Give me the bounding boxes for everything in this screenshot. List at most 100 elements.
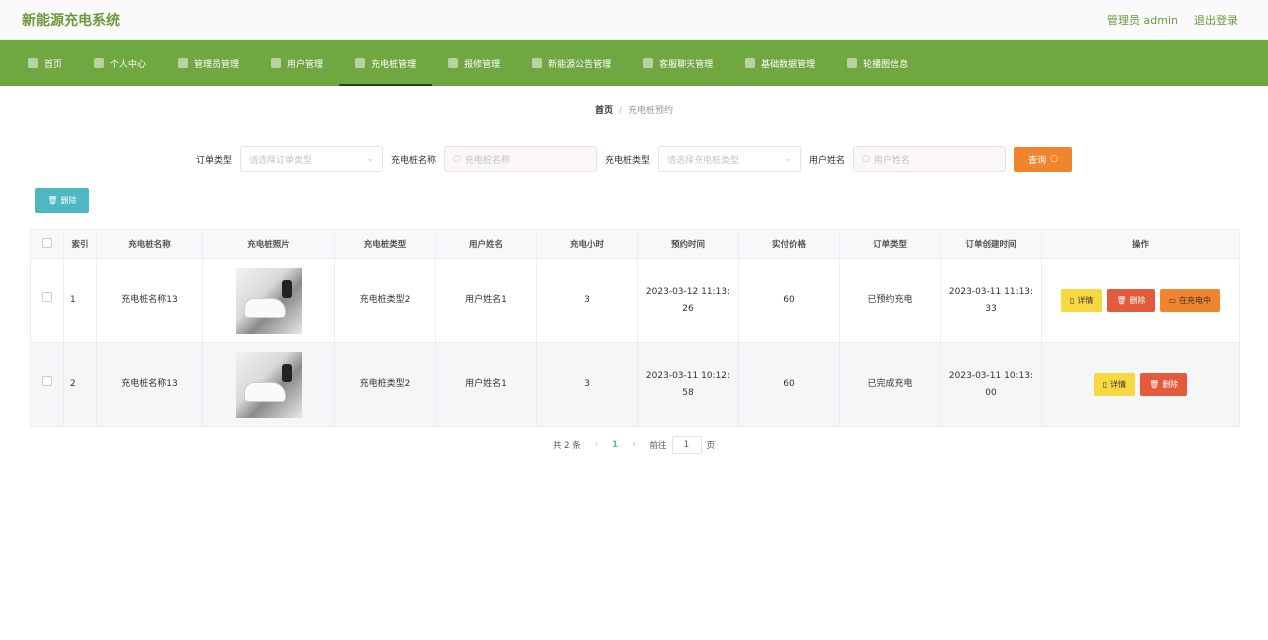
- column-header: 预约时间: [637, 229, 739, 259]
- pile-type-cell: 充电桩类型2: [334, 342, 436, 427]
- nav-item-notices[interactable]: 新能源公告管理: [516, 40, 627, 86]
- detail-button[interactable]: ▯ 详情: [1060, 289, 1103, 312]
- row-checkbox[interactable]: [42, 376, 52, 386]
- table-header-row: 索引 充电桩名称 充电桩照片 充电桩类型 用户姓名 充电小时 预约时间 实付价格…: [30, 229, 1240, 259]
- logout-link[interactable]: 退出登录: [1194, 12, 1238, 28]
- pile-name-cell: 充电桩名称13: [96, 342, 203, 427]
- row-select-cell[interactable]: [30, 342, 64, 427]
- column-header: 索引: [63, 229, 97, 259]
- search-icon: ○: [1050, 154, 1058, 164]
- nav-item-chargers[interactable]: 充电桩管理: [339, 40, 433, 86]
- nav-label: 轮播图信息: [863, 59, 909, 70]
- page-number[interactable]: 1: [612, 440, 618, 450]
- trash-icon: 🗑: [1149, 380, 1160, 389]
- user-name-input[interactable]: ○ 用户姓名: [853, 146, 1007, 172]
- order-type-cell: 已完成充电: [839, 342, 941, 427]
- query-button[interactable]: 查询 ○: [1014, 146, 1073, 172]
- pile-photo[interactable]: [235, 351, 302, 418]
- image-icon: [847, 58, 858, 68]
- breadcrumb: 首页 / 充电桩预约: [0, 86, 1268, 130]
- row-select-cell[interactable]: [30, 258, 64, 343]
- nav-item-carousel[interactable]: 轮播图信息: [831, 40, 924, 86]
- pile-photo[interactable]: [235, 267, 302, 334]
- nav-label: 报修管理: [464, 59, 501, 70]
- price-cell: 60: [738, 342, 840, 427]
- nav-item-home[interactable]: 首页: [12, 40, 78, 86]
- user-name-placeholder: 用户姓名: [873, 155, 910, 166]
- data-icon: [745, 58, 756, 68]
- nav-label: 新能源公告管理: [548, 59, 612, 70]
- nav-label: 首页: [44, 59, 63, 70]
- user-area: 管理员 admin 退出登录: [1107, 12, 1238, 28]
- order-type-label: 订单类型: [195, 155, 232, 166]
- column-header: 操作: [1041, 229, 1240, 259]
- goto-page-input[interactable]: 1: [671, 436, 702, 454]
- batch-delete-button[interactable]: 🗑 删除: [35, 188, 89, 213]
- nav-item-basedata[interactable]: 基础数据管理: [729, 40, 831, 86]
- current-user[interactable]: 管理员 admin: [1107, 12, 1178, 28]
- breadcrumb-current: 充电桩预约: [628, 106, 674, 116]
- nav-label: 客服聊天管理: [659, 59, 714, 70]
- select-all-checkbox[interactable]: [42, 237, 52, 248]
- nav-item-chat[interactable]: 客服聊天管理: [627, 40, 729, 86]
- charging-label: 在充电中: [1179, 296, 1212, 305]
- order-type-select[interactable]: 请选择订单类型 ⌄: [239, 146, 383, 172]
- hours-cell: 3: [536, 342, 638, 427]
- nav-item-admins[interactable]: 管理员管理: [162, 40, 255, 86]
- nav-item-personal[interactable]: 个人中心: [78, 40, 162, 86]
- detail-label: 详情: [1077, 296, 1094, 305]
- column-header: 充电桩名称: [96, 229, 203, 259]
- charging-button[interactable]: ▭ 在充电中: [1159, 289, 1221, 312]
- pile-type-select[interactable]: 请选择充电桩类型 ⌄: [658, 146, 802, 172]
- table-row: 1 充电桩名称13 充电桩类型2 用户姓名1 3 2023-03-12 11:1…: [30, 258, 1240, 343]
- nav-item-repairs[interactable]: 报修管理: [432, 40, 516, 86]
- detail-button[interactable]: ▯ 详情: [1093, 373, 1136, 396]
- column-header: 订单类型: [839, 229, 941, 259]
- price-cell: 60: [738, 258, 840, 343]
- column-header: 充电桩照片: [202, 229, 335, 259]
- nav-item-users[interactable]: 用户管理: [255, 40, 339, 86]
- nav-label: 个人中心: [110, 59, 147, 70]
- breadcrumb-home[interactable]: 首页: [595, 106, 613, 116]
- row-checkbox[interactable]: [42, 292, 52, 302]
- order-type-cell: 已预约充电: [839, 258, 941, 343]
- column-header: 用户姓名: [435, 229, 537, 259]
- repair-icon: [448, 58, 459, 68]
- select-all-cell[interactable]: [30, 229, 64, 259]
- nav-label: 基础数据管理: [761, 59, 816, 70]
- home-icon: [28, 58, 38, 68]
- main-nav: 首页 个人中心 管理员管理 用户管理 充电桩管理 报修管理 新能源公告管理 客服…: [0, 40, 1268, 86]
- column-header: 实付价格: [738, 229, 840, 259]
- order-type-placeholder: 请选择订单类型: [248, 155, 312, 166]
- book-icon: ▭: [1168, 296, 1177, 305]
- pile-name-input[interactable]: ○ 充电桩名称: [444, 146, 597, 172]
- pile-type-cell: 充电桩类型2: [334, 258, 436, 343]
- delete-label: 删除: [1129, 296, 1146, 305]
- pile-name-placeholder: 充电桩名称: [464, 155, 510, 166]
- batch-delete-label: 删除: [60, 196, 77, 205]
- pagination: 共 2 条 ‹ 1 › 前往 1 页: [0, 435, 1268, 455]
- trash-icon: 🗑: [1116, 296, 1127, 305]
- actions-cell: ▯ 详情 🗑 删除: [1041, 342, 1240, 427]
- users-icon: [271, 58, 282, 68]
- goto-page: 前往 1 页: [650, 436, 716, 454]
- user-name-label: 用户姓名: [809, 155, 846, 166]
- row-index: 2: [63, 342, 97, 427]
- top-bar: 新能源充电系统 管理员 admin 退出登录: [0, 0, 1268, 40]
- delete-label: 删除: [1162, 380, 1179, 389]
- document-icon: ▯: [1069, 296, 1075, 305]
- total-count: 共 2 条: [552, 441, 581, 451]
- hours-cell: 3: [536, 258, 638, 343]
- goto-suffix: 页: [706, 441, 716, 451]
- pile-name-cell: 充电桩名称13: [96, 258, 203, 343]
- reserve-time-cell: 2023-03-12 11:13:26: [637, 258, 739, 343]
- created-time-cell: 2023-03-11 11:13:33: [940, 258, 1042, 343]
- prev-page-icon[interactable]: ‹: [595, 440, 598, 450]
- delete-button[interactable]: 🗑 删除: [1140, 373, 1188, 396]
- delete-button[interactable]: 🗑 删除: [1107, 289, 1155, 312]
- chevron-down-icon: ⌄: [366, 154, 374, 164]
- nav-label: 管理员管理: [194, 59, 240, 70]
- pile-photo-cell: [202, 342, 335, 427]
- reservation-table: 索引 充电桩名称 充电桩照片 充电桩类型 用户姓名 充电小时 预约时间 实付价格…: [30, 229, 1240, 427]
- next-page-icon[interactable]: ›: [632, 440, 635, 450]
